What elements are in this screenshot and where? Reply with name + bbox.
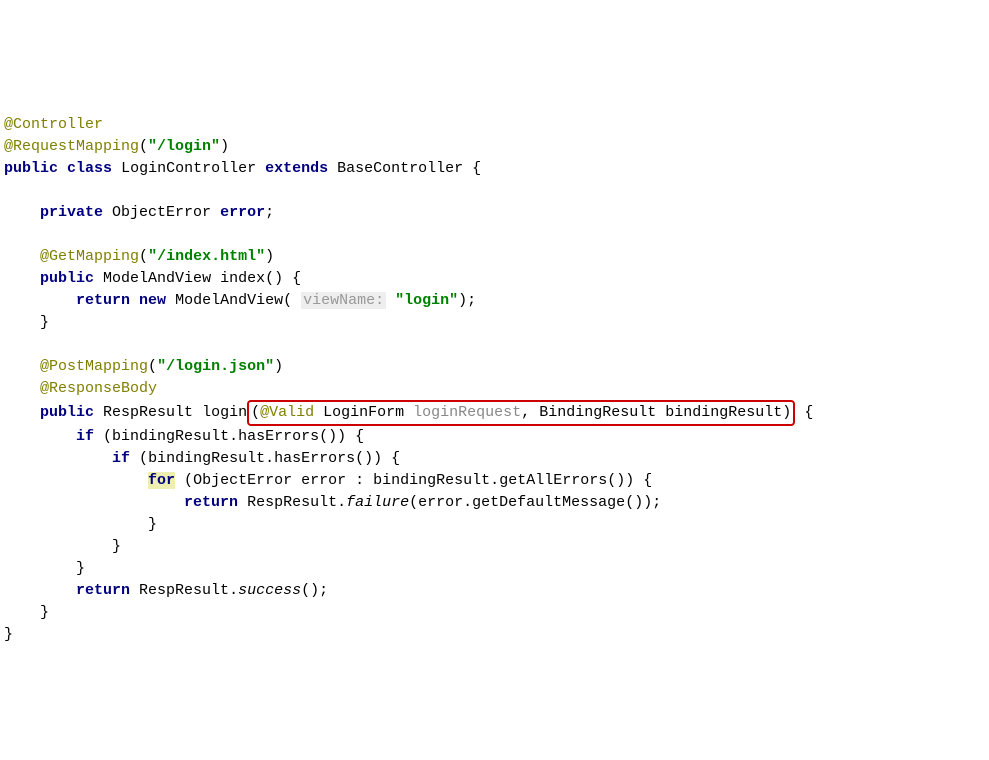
- hint-viewname: viewName:: [301, 292, 386, 309]
- code-block: @Controller @RequestMapping("/login") pu…: [4, 92, 985, 646]
- annotation-valid: @Valid: [260, 404, 314, 421]
- type-objecterror: ObjectError: [193, 472, 292, 489]
- string-login-json: "/login.json": [157, 358, 274, 375]
- type-respresult: RespResult: [103, 404, 193, 421]
- method-login: login: [202, 404, 247, 421]
- type-respresult: RespResult: [247, 494, 337, 511]
- type-bindingresult: BindingResult: [539, 404, 656, 421]
- base-class: BaseController: [337, 160, 463, 177]
- paren: (: [139, 138, 148, 155]
- var-bindingresult: bindingResult: [112, 428, 229, 445]
- method-failure: failure: [346, 494, 409, 511]
- keyword-public: public: [4, 160, 58, 177]
- type-modelandview: ModelAndView: [175, 292, 283, 309]
- annotation-postmapping: @PostMapping: [40, 358, 148, 375]
- param-loginrequest: loginRequest: [413, 404, 521, 421]
- param-bindingresult: bindingResult: [665, 404, 782, 421]
- string-index-path: "/index.html": [148, 248, 265, 265]
- keyword-return: return: [76, 292, 130, 309]
- highlighted-params: (@Valid LoginForm loginRequest, BindingR…: [247, 400, 795, 426]
- keyword-public: public: [40, 404, 94, 421]
- keyword-extends: extends: [265, 160, 328, 177]
- var-error: error: [418, 494, 463, 511]
- type-modelandview: ModelAndView: [103, 270, 211, 287]
- var-error: error: [301, 472, 346, 489]
- keyword-new: new: [139, 292, 166, 309]
- keyword-return: return: [184, 494, 238, 511]
- keyword-for: for: [148, 472, 175, 489]
- var-bindingresult: bindingResult: [373, 472, 490, 489]
- method-haserrors: hasErrors: [238, 428, 319, 445]
- string-login: "login": [395, 292, 458, 309]
- class-name: LoginController: [121, 160, 256, 177]
- annotation-getmapping: @GetMapping: [40, 248, 139, 265]
- method-index: index: [220, 270, 265, 287]
- method-getdefaultmessage: getDefaultMessage: [472, 494, 625, 511]
- annotation-controller: @Controller: [4, 116, 103, 133]
- keyword-return: return: [76, 582, 130, 599]
- keyword-if: if: [112, 450, 130, 467]
- annotation-requestmapping: @RequestMapping: [4, 138, 139, 155]
- string-login-path: "/login": [148, 138, 220, 155]
- annotation-responsebody: @ResponseBody: [40, 380, 157, 397]
- keyword-public: public: [40, 270, 94, 287]
- type-respresult: RespResult: [139, 582, 229, 599]
- keyword-if: if: [76, 428, 94, 445]
- paren: ): [220, 138, 229, 155]
- method-getallerrors: getAllErrors: [499, 472, 607, 489]
- method-success: success: [238, 582, 301, 599]
- type-loginform: LoginForm: [323, 404, 404, 421]
- field-error: error: [220, 204, 265, 221]
- var-bindingresult: bindingResult: [148, 450, 265, 467]
- keyword-class: class: [67, 160, 112, 177]
- method-haserrors: hasErrors: [274, 450, 355, 467]
- keyword-private: private: [40, 204, 103, 221]
- type-objecterror: ObjectError: [112, 204, 211, 221]
